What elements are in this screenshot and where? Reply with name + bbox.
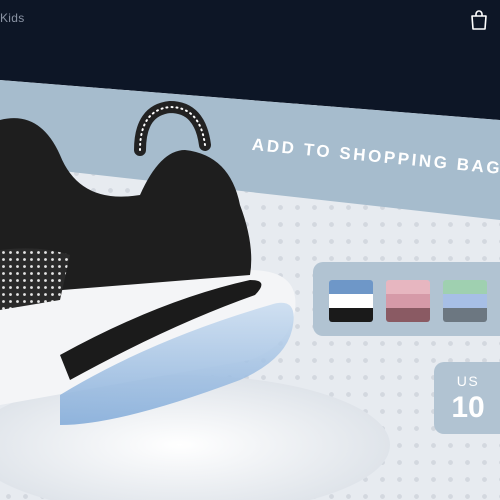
size-selector[interactable]: US 10	[434, 362, 500, 434]
swatch-stripe-gray	[443, 308, 487, 322]
swatch-stripe-light-blue	[443, 294, 487, 308]
sneaker-pull-tab	[134, 100, 211, 156]
size-value: 10	[451, 391, 485, 424]
shopping-bag-icon[interactable]	[470, 10, 488, 30]
swatch-stripe-green	[443, 280, 487, 294]
top-navigation-bar: Kids	[0, 0, 500, 85]
nav-item-kids[interactable]: Kids	[0, 11, 25, 25]
size-region-label: US	[456, 373, 480, 389]
color-swatch-green-blue-gray[interactable]	[443, 280, 487, 322]
sneaker-product-image	[0, 100, 390, 500]
